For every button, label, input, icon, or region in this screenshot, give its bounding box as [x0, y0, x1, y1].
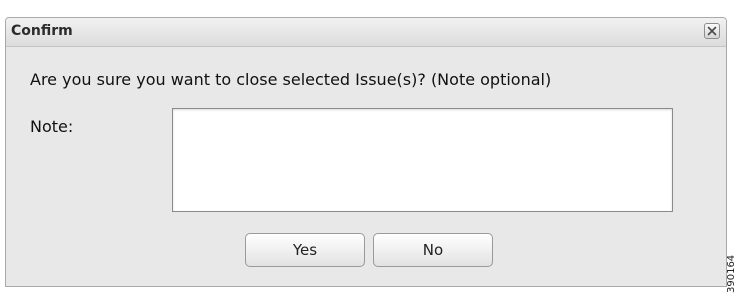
- confirm-message: Are you sure you want to close selected …: [30, 70, 552, 89]
- yes-button[interactable]: Yes: [245, 233, 365, 267]
- close-icon: [707, 26, 717, 36]
- confirm-dialog: Confirm Are you sure you want to close s…: [5, 17, 727, 287]
- no-button[interactable]: No: [373, 233, 493, 267]
- note-label: Note:: [30, 117, 74, 136]
- dialog-titlebar: Confirm: [6, 18, 726, 47]
- figure-id: 390164: [726, 254, 737, 293]
- dialog-title: Confirm: [11, 23, 73, 39]
- close-button[interactable]: [704, 23, 720, 39]
- note-textarea[interactable]: [172, 108, 673, 212]
